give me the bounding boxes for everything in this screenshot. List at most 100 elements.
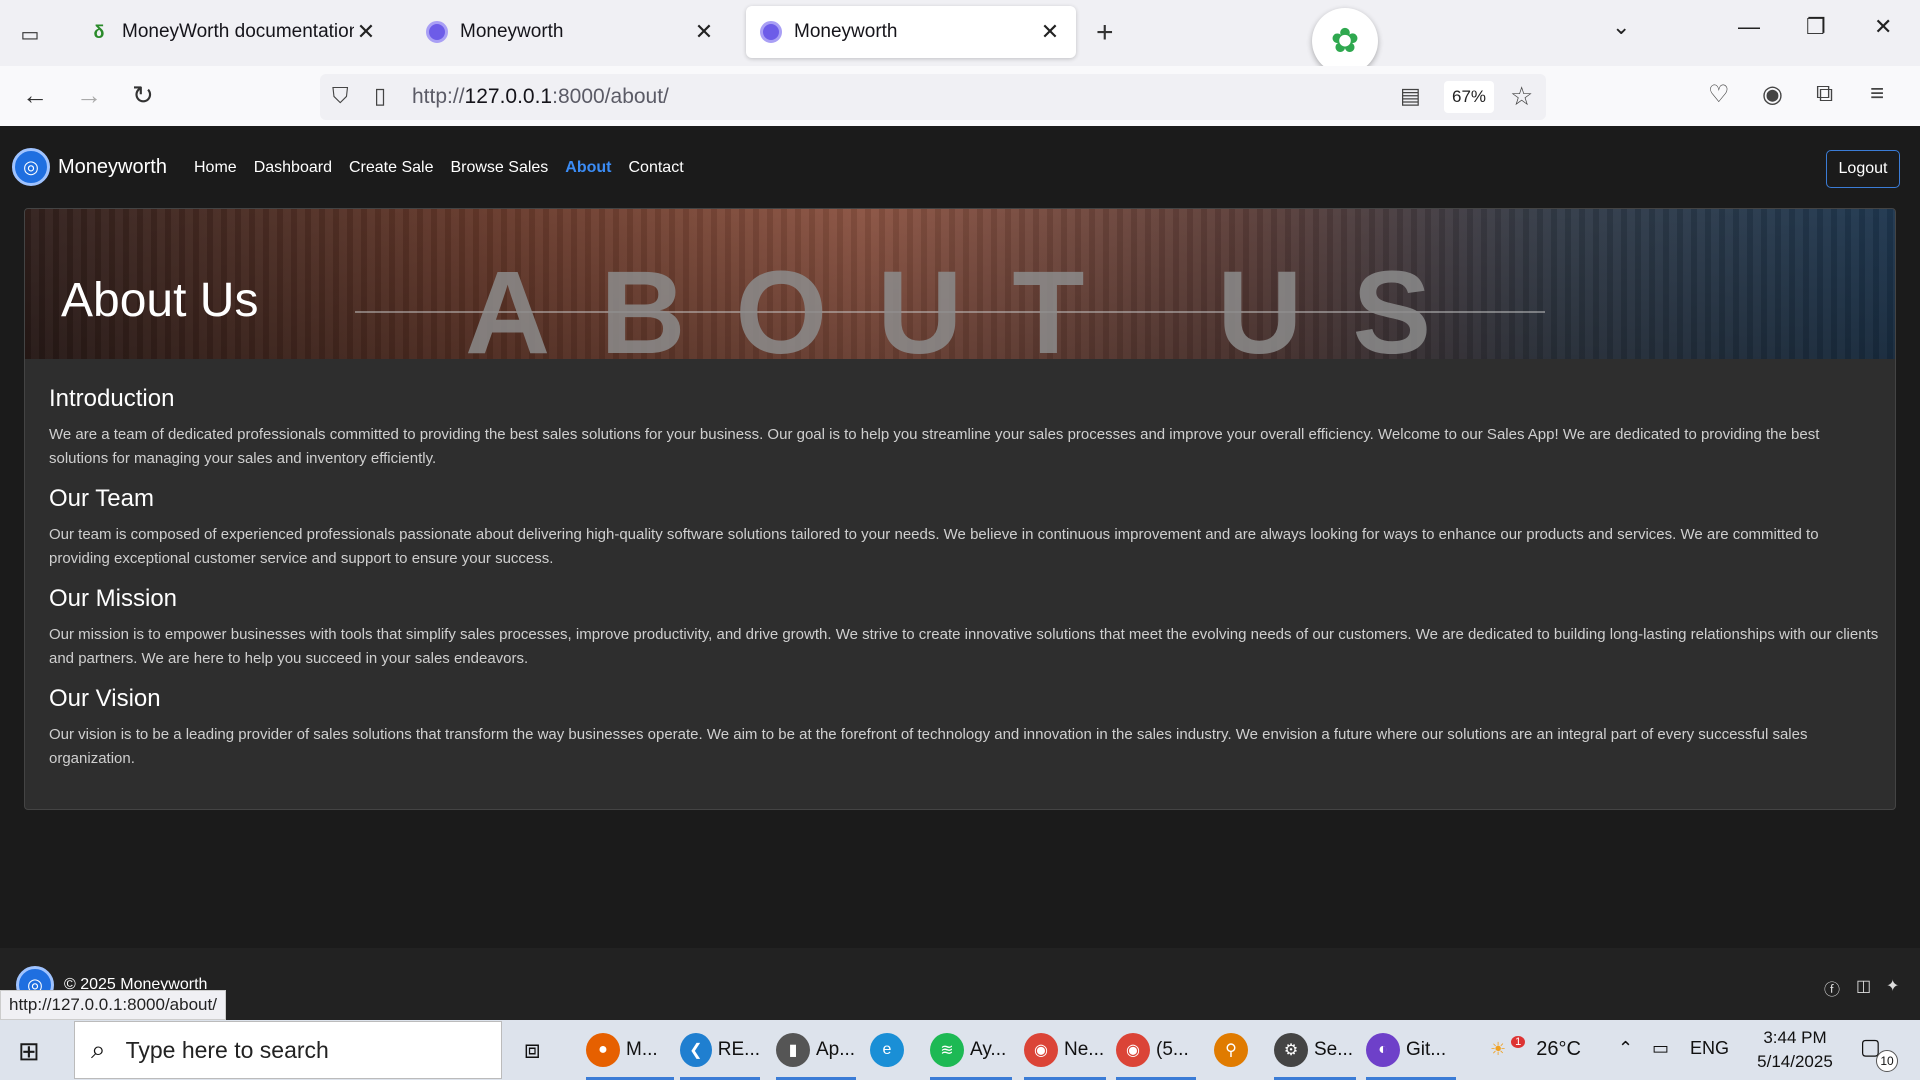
nav-about[interactable]: About xyxy=(565,159,611,177)
taskbar-app-settings[interactable]: ⚙ Se... xyxy=(1274,1028,1356,1080)
section-our-team: Our Team Our team is composed of experie… xyxy=(49,485,1879,571)
taskbar-search[interactable]: ⌕ Type here to search xyxy=(74,1021,502,1079)
forward-icon[interactable]: → xyxy=(76,80,102,111)
browser-toolbar: ← → ↻ ⛉ ▯ http://127.0.0.1:8000/about/ ▤… xyxy=(0,66,1920,126)
url-text[interactable]: http://127.0.0.1:8000/about/ xyxy=(412,85,669,109)
browser-tab-bar: ▭ δ MoneyWorth documentation - ( ✕ Money… xyxy=(0,0,1920,74)
section-our-mission: Our Mission Our mission is to empower bu… xyxy=(49,585,1879,671)
moneyworth-favicon-icon xyxy=(426,21,448,43)
address-bar[interactable]: ⛉ ▯ http://127.0.0.1:8000/about/ ▤ 67% ☆ xyxy=(320,74,1546,120)
chrome-icon: ◉ xyxy=(1024,1033,1058,1067)
back-icon[interactable]: ← xyxy=(22,80,48,111)
section-heading: Our Mission xyxy=(49,585,178,612)
taskbar-app-search-tool[interactable]: ⚲ xyxy=(1214,1028,1254,1072)
github-icon: ◐ xyxy=(1366,1033,1400,1067)
book-icon: ▮ xyxy=(776,1033,810,1067)
taskbar-app-chrome-2[interactable]: ◉ (5... xyxy=(1116,1028,1196,1080)
section-introduction: Introduction We are a team of dedicated … xyxy=(49,385,1879,471)
page-icon[interactable]: ▯ xyxy=(374,83,386,109)
about-content: Introduction We are a team of dedicated … xyxy=(49,385,1879,785)
tab-title: Moneyworth xyxy=(794,21,898,42)
weather-badge: 1 xyxy=(1511,1036,1526,1048)
settings-icon: ⚙ xyxy=(1274,1033,1308,1067)
notification-count: 10 xyxy=(1876,1050,1898,1072)
tab-moneyworth-active[interactable]: Moneyworth ✕ xyxy=(746,6,1076,58)
moneyworth-favicon-icon xyxy=(760,21,782,43)
reload-icon[interactable]: ↻ xyxy=(132,80,154,111)
clock-date: 5/14/2025 xyxy=(1757,1052,1833,1071)
tab-list-icon[interactable]: ▭ xyxy=(14,18,46,50)
section-body: Our vision is to be a leading provider o… xyxy=(49,726,1808,767)
reader-view-icon[interactable]: ▤ xyxy=(1400,83,1421,109)
docs-favicon-icon: δ xyxy=(93,21,105,42)
brand[interactable]: ◎ Moneyworth xyxy=(12,148,167,186)
clover-extension-icon[interactable]: ✿ xyxy=(1312,8,1378,74)
windows-taskbar: ⊞ ⌕ Type here to search ⧈ ● M... ❮ RE...… xyxy=(0,1020,1920,1080)
weather-icon: ☀ xyxy=(1490,1039,1507,1059)
extensions-icon[interactable]: ⧉ xyxy=(1816,80,1833,108)
minimize-icon[interactable]: — xyxy=(1738,14,1760,40)
bookmark-star-icon[interactable]: ☆ xyxy=(1510,81,1533,112)
link-status-bar: http://127.0.0.1:8000/about/ xyxy=(0,990,226,1020)
weather-temp: 26°C xyxy=(1536,1038,1581,1060)
new-tab-icon[interactable]: + xyxy=(1096,16,1114,50)
taskbar-app-github[interactable]: ◐ Git... xyxy=(1366,1028,1456,1080)
logout-button[interactable]: Logout xyxy=(1826,150,1900,188)
instagram-icon[interactable]: ◫ xyxy=(1856,976,1871,996)
chrome-icon: ◉ xyxy=(1116,1033,1150,1067)
nav-dashboard[interactable]: Dashboard xyxy=(254,159,332,177)
search-placeholder: Type here to search xyxy=(125,1036,329,1063)
tab-moneyworth-1[interactable]: Moneyworth ✕ xyxy=(412,6,730,58)
section-our-vision: Our Vision Our vision is to be a leading… xyxy=(49,685,1879,771)
hero-banner: ABOUT US About Us xyxy=(25,209,1895,359)
taskbar-app-chrome-1[interactable]: ◉ Ne... xyxy=(1024,1028,1106,1080)
nav-create-sale[interactable]: Create Sale xyxy=(349,159,434,177)
account-icon[interactable]: ◉ xyxy=(1762,80,1783,109)
language-indicator[interactable]: ENG xyxy=(1690,1038,1729,1059)
taskbar-clock[interactable]: 3:44 PM 5/14/2025 xyxy=(1740,1026,1850,1074)
nav-contact[interactable]: Contact xyxy=(629,159,684,177)
weather-widget[interactable]: ☀ 1 26°C xyxy=(1490,1036,1581,1061)
moneyworth-logo-icon: ◎ xyxy=(12,148,50,186)
task-view-icon[interactable]: ⧈ xyxy=(524,1028,541,1072)
section-body: Our mission is to empower businesses wit… xyxy=(49,626,1879,667)
brand-name: Moneyworth xyxy=(58,155,167,178)
zoom-level[interactable]: 67% xyxy=(1444,81,1494,113)
close-tab-icon[interactable]: ✕ xyxy=(354,19,378,45)
restore-icon[interactable]: ❐ xyxy=(1806,14,1826,40)
site-nav-links: Home Dashboard Create Sale Browse Sales … xyxy=(194,159,684,177)
nav-browse-sales[interactable]: Browse Sales xyxy=(450,159,548,177)
page-title: About Us xyxy=(61,274,259,327)
battery-icon[interactable]: ▭ xyxy=(1652,1038,1669,1059)
tab-overflow-chevron-icon[interactable]: ⌄ xyxy=(1612,14,1630,40)
section-heading: Our Team xyxy=(49,485,154,512)
taskbar-app-book[interactable]: ▮ Ap... xyxy=(776,1028,856,1080)
firefox-icon: ● xyxy=(586,1033,620,1067)
taskbar-app-vscode[interactable]: ❮ RE... xyxy=(680,1028,760,1080)
taskbar-app-firefox[interactable]: ● M... xyxy=(586,1028,674,1080)
menu-icon[interactable]: ≡ xyxy=(1870,80,1884,108)
section-body: Our team is composed of experienced prof… xyxy=(49,526,1819,567)
section-body: We are a team of dedicated professionals… xyxy=(49,426,1820,467)
tray-chevron-icon[interactable]: ⌃ xyxy=(1618,1038,1633,1059)
tab-moneyworth-docs[interactable]: δ MoneyWorth documentation - ( ✕ xyxy=(74,6,392,58)
facebook-icon[interactable]: ⓕ xyxy=(1824,976,1840,1000)
taskbar-app-edge[interactable]: e xyxy=(870,1028,910,1072)
tab-title: MoneyWorth documentation - ( xyxy=(122,21,354,42)
edge-icon: e xyxy=(870,1033,904,1067)
tab-title: Moneyworth xyxy=(460,21,564,42)
clock-time: 3:44 PM xyxy=(1763,1028,1827,1047)
twitter-icon[interactable]: ✦ xyxy=(1886,976,1899,996)
nav-home[interactable]: Home xyxy=(194,159,237,177)
section-heading: Introduction xyxy=(49,385,175,412)
shield-icon[interactable]: ⛉ xyxy=(332,83,349,109)
close-tab-icon[interactable]: ✕ xyxy=(692,19,716,45)
windows-start-icon[interactable]: ⊞ xyxy=(18,1036,40,1067)
notifications-icon[interactable]: ▢ 10 xyxy=(1860,1034,1898,1072)
close-window-icon[interactable]: ✕ xyxy=(1874,14,1892,40)
site-navbar: ◎ Moneyworth Home Dashboard Create Sale … xyxy=(0,126,1920,208)
taskbar-app-spotify[interactable]: ≋ Ay... xyxy=(930,1028,1012,1080)
pocket-icon[interactable]: ♡ xyxy=(1708,80,1730,109)
search-tool-icon: ⚲ xyxy=(1214,1033,1248,1067)
close-tab-icon[interactable]: ✕ xyxy=(1038,19,1062,45)
